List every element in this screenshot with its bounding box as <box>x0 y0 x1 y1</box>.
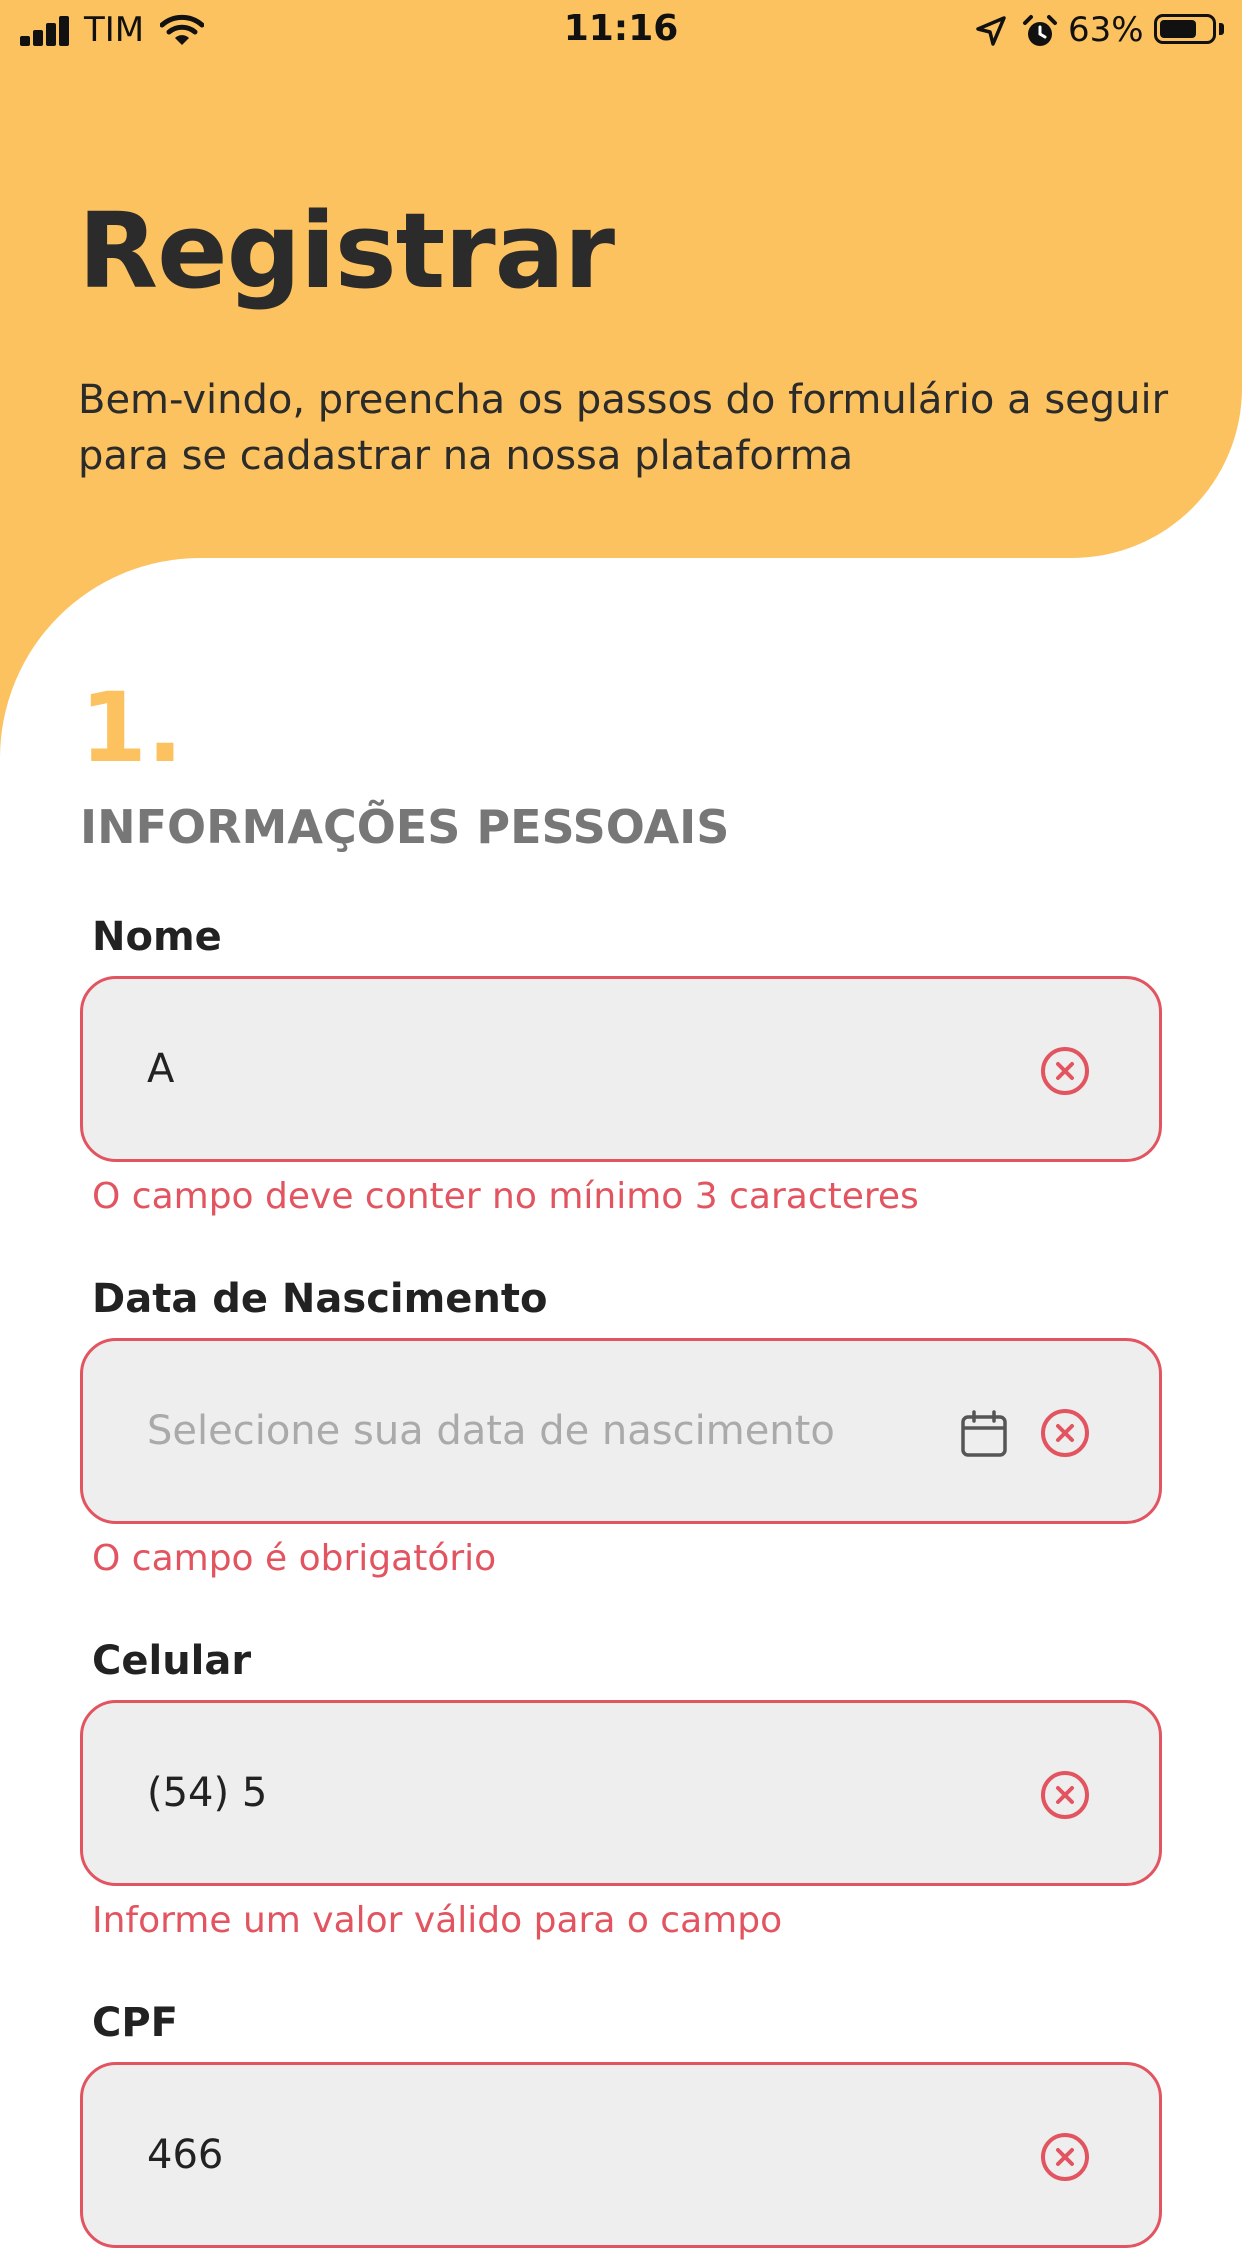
celular-value: (54) 5 <box>147 1770 268 1816</box>
cpf-label: CPF <box>92 2000 178 2046</box>
page-subtitle: Bem-vindo, preencha os passos do formulá… <box>78 377 1169 479</box>
clear-icon[interactable] <box>1039 1045 1091 1097</box>
cpf-field[interactable]: 466 <box>80 2062 1162 2248</box>
celular-label: Celular <box>92 1638 252 1684</box>
status-bar: TIM 11:16 63% <box>0 0 1242 64</box>
nascimento-label: Data de Nascimento <box>92 1276 548 1322</box>
location-icon <box>976 16 1006 46</box>
nome-error: O campo deve conter no mínimo 3 caracter… <box>92 1176 919 1217</box>
battery-percent: 63% <box>1068 10 1144 50</box>
nascimento-error: O campo é obrigatório <box>92 1538 497 1579</box>
celular-field[interactable]: (54) 5 <box>80 1700 1162 1886</box>
cpf-value: 466 <box>147 2132 224 2178</box>
nome-label: Nome <box>92 914 222 960</box>
alarm-icon <box>1023 15 1057 46</box>
nome-field[interactable]: A <box>80 976 1162 1162</box>
celular-error: Informe um valor válido para o campo <box>92 1900 783 1941</box>
page-title: Registrar <box>78 190 615 312</box>
step-number: 1. <box>80 672 184 784</box>
calendar-icon[interactable] <box>959 1409 1009 1459</box>
battery-tip <box>1219 23 1224 35</box>
clear-icon[interactable] <box>1039 1769 1091 1821</box>
battery-icon <box>1154 14 1216 44</box>
clear-icon[interactable] <box>1039 1407 1091 1459</box>
nome-value: A <box>147 1046 175 1092</box>
clear-icon[interactable] <box>1039 2131 1091 2183</box>
nascimento-placeholder: Selecione sua data de nascimento <box>147 1408 835 1454</box>
step-title: INFORMAÇÕES PESSOAIS <box>80 800 730 854</box>
nascimento-field[interactable]: Selecione sua data de nascimento <box>80 1338 1162 1524</box>
